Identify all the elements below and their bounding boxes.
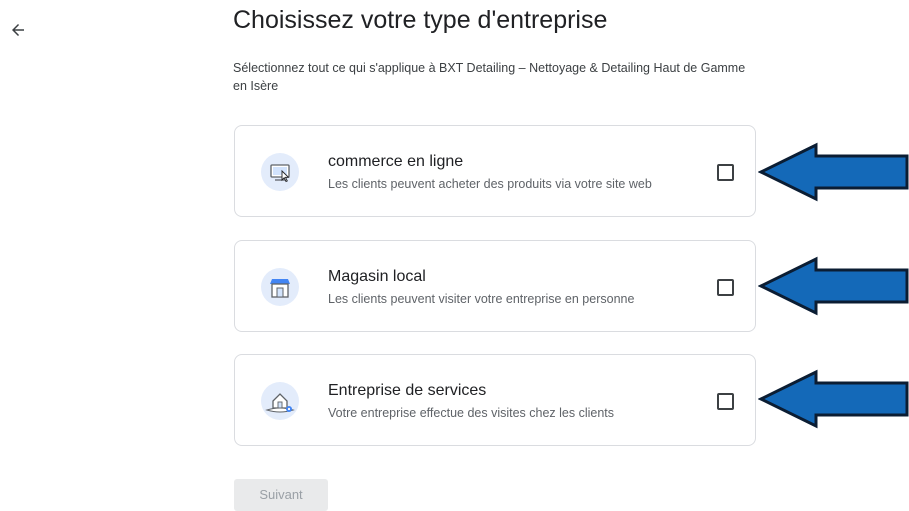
page-subtitle: Sélectionnez tout ce qui s'applique à BX… bbox=[233, 61, 746, 93]
annotation-arrow-icon bbox=[758, 369, 909, 429]
service-business-checkbox[interactable] bbox=[717, 393, 734, 410]
annotation-arrow-icon bbox=[758, 256, 909, 316]
option-title: Entreprise de services bbox=[328, 382, 487, 399]
local-store-icon bbox=[261, 268, 299, 306]
online-store-icon bbox=[261, 153, 299, 191]
option-description: Les clients peuvent visiter votre entrep… bbox=[328, 292, 635, 306]
local-store-checkbox[interactable] bbox=[717, 279, 734, 296]
option-title: Magasin local bbox=[328, 268, 426, 285]
option-card-local-store[interactable]: Magasin local Les clients peuvent visite… bbox=[234, 240, 756, 332]
option-card-online-store[interactable]: commerce en ligne Les clients peuvent ac… bbox=[234, 125, 756, 217]
option-description: Votre entreprise effectue des visites ch… bbox=[328, 406, 615, 420]
option-description: Les clients peuvent acheter des produits… bbox=[328, 177, 652, 191]
annotation-arrow-icon bbox=[758, 142, 909, 202]
back-button[interactable] bbox=[6, 18, 30, 42]
arrow-left-icon bbox=[12, 24, 24, 36]
page-title: Choisissez votre type d'entreprise bbox=[233, 6, 608, 34]
service-business-icon bbox=[261, 382, 299, 420]
online-store-checkbox[interactable] bbox=[717, 164, 734, 181]
option-card-service-business[interactable]: Entreprise de services Votre entreprise … bbox=[234, 354, 756, 446]
next-button[interactable]: Suivant bbox=[234, 479, 328, 511]
option-title: commerce en ligne bbox=[328, 153, 464, 170]
